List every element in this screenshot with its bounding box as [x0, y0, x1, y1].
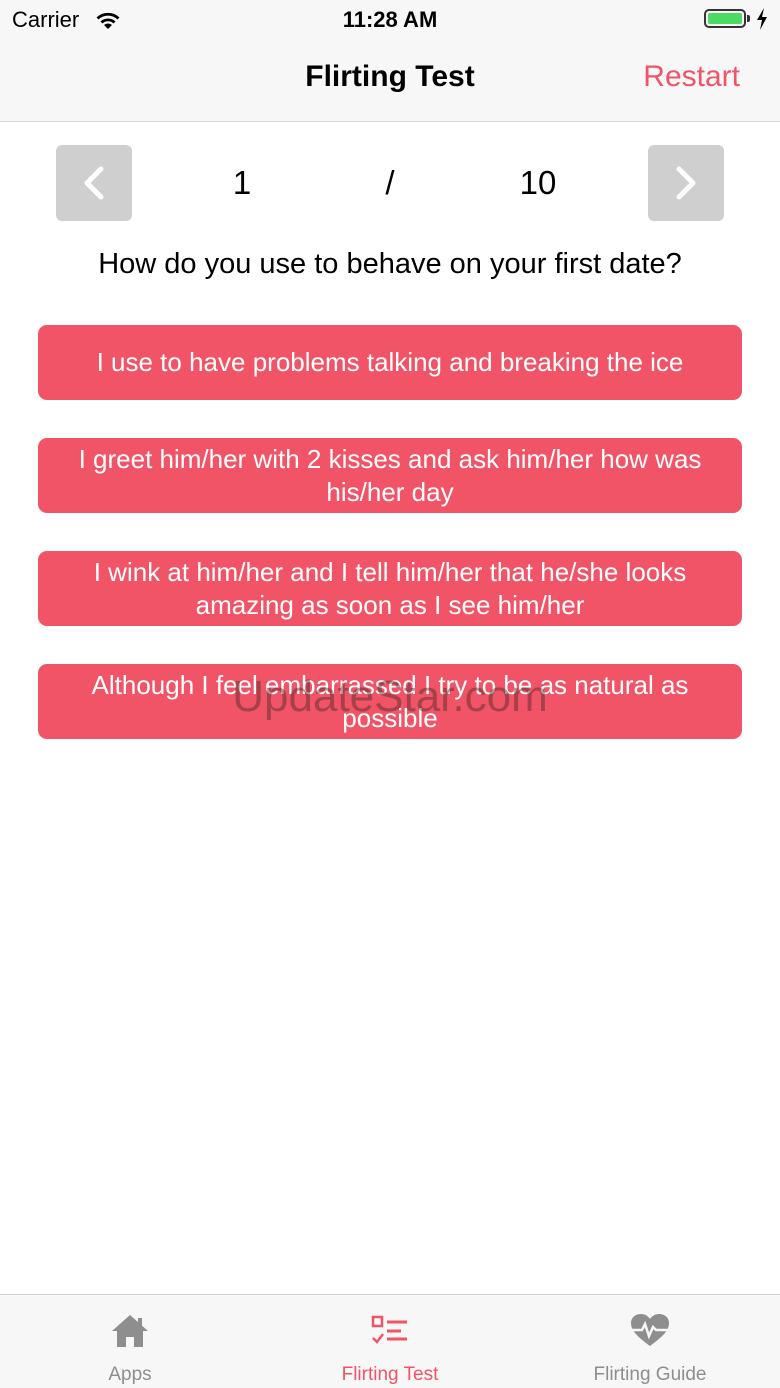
heartbeat-icon	[631, 1314, 669, 1346]
restart-button[interactable]: Restart	[643, 60, 740, 94]
tab-flirting-test[interactable]: Flirting Test	[260, 1295, 520, 1388]
tab-bar: Apps Flirting Test Flirting Guide	[0, 1294, 780, 1388]
answer-option-2[interactable]: I greet him/her with 2 kisses and ask hi…	[38, 438, 742, 513]
tab-label: Flirting Guide	[593, 1364, 707, 1385]
next-question-button[interactable]	[648, 145, 724, 221]
previous-question-button[interactable]	[56, 145, 132, 221]
current-question-number: 1	[232, 164, 252, 201]
home-icon	[112, 1315, 148, 1347]
charging-bolt-icon	[757, 8, 767, 30]
answer-option-1[interactable]: I use to have problems talking and break…	[38, 325, 742, 400]
answer-option-label: I greet him/her with 2 kisses and ask hi…	[78, 443, 702, 507]
clock: 11:28 AM	[342, 7, 438, 32]
answer-option-label: Although I feel embarrassed I try to be …	[91, 669, 689, 733]
answer-option-4[interactable]: Although I feel embarrassed I try to be …	[38, 664, 742, 739]
tab-flirting-guide[interactable]: Flirting Guide	[520, 1295, 780, 1388]
answer-option-3[interactable]: I wink at him/her and I tell him/her tha…	[38, 551, 742, 626]
status-bar: Carrier 11:28 AM	[0, 0, 780, 40]
question-text: How do you use to behave on your first d…	[98, 248, 682, 280]
battery-cap	[747, 15, 750, 22]
total-questions-number: 10	[519, 164, 557, 201]
answer-option-label: I wink at him/her and I tell him/her tha…	[93, 556, 687, 620]
chevron-left-icon	[84, 166, 104, 200]
tab-label: Flirting Test	[341, 1364, 439, 1385]
pager-separator: /	[385, 164, 395, 201]
checklist-icon	[371, 1315, 407, 1344]
tab-apps[interactable]: Apps	[0, 1295, 260, 1388]
navigation-bar: Flirting Test Restart	[0, 40, 780, 122]
chevron-right-icon	[676, 166, 696, 200]
answer-option-label: I use to have problems talking and break…	[96, 347, 684, 377]
battery-icon	[704, 9, 746, 28]
tab-label: Apps	[108, 1364, 152, 1385]
